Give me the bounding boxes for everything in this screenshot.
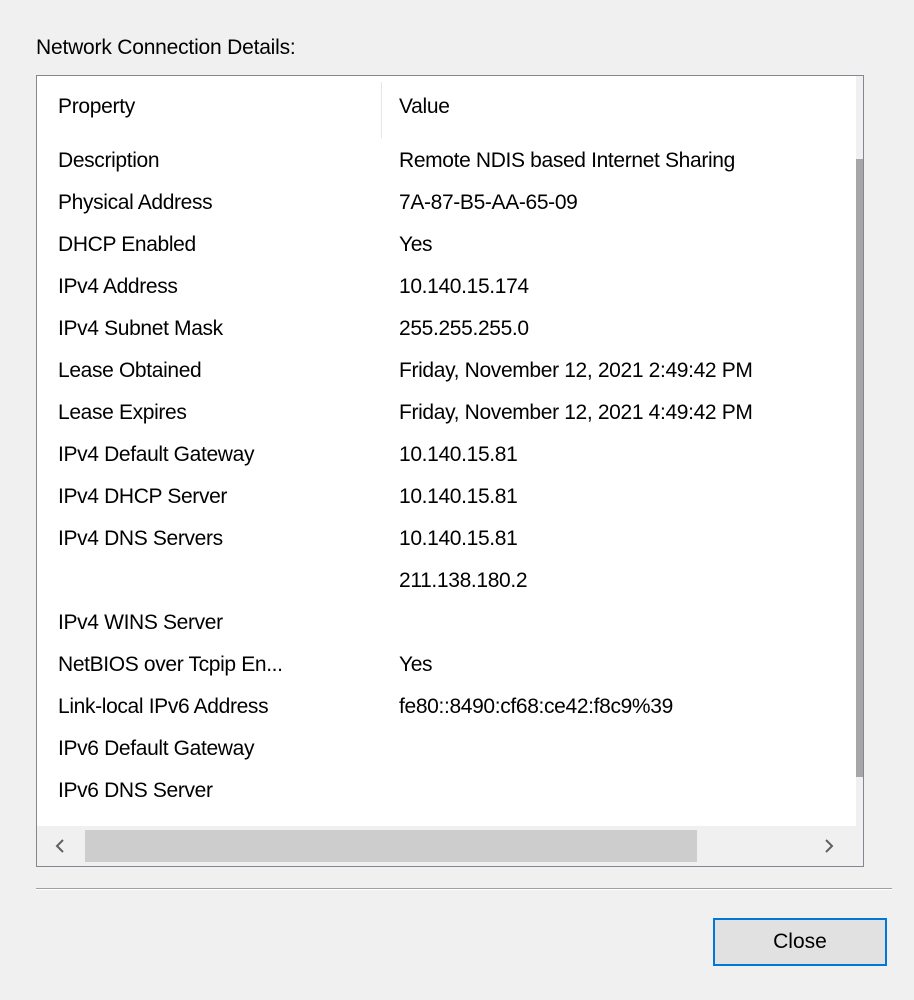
details-list[interactable]: Property Value Description Remote NDIS ba…: [36, 75, 864, 867]
property-cell: IPv4 Default Gateway: [58, 443, 255, 466]
property-cell: Link-local IPv6 Address: [58, 695, 269, 718]
list-item[interactable]: Link-local IPv6 Address fe80::8490:cf68:c…: [37, 687, 857, 729]
group-label: Network Connection Details:: [36, 36, 296, 59]
scrollbar-corner: [856, 826, 863, 866]
list-item[interactable]: IPv6 Default Gateway: [37, 729, 857, 771]
property-cell: IPv6 DNS Server: [58, 779, 213, 802]
list-item[interactable]: IPv4 DNS Servers 10.140.15.81: [37, 519, 857, 561]
value-cell: Remote NDIS based Internet Sharing: [399, 149, 735, 172]
vertical-scrollbar[interactable]: [856, 76, 863, 826]
value-cell: Yes: [399, 233, 433, 256]
separator: [36, 888, 892, 890]
list-item[interactable]: NetBIOS over Tcpip En... Yes: [37, 645, 857, 687]
list-item[interactable]: Description Remote NDIS based Internet Sh…: [37, 141, 857, 183]
value-cell: 10.140.15.81: [399, 485, 518, 508]
list-rows: Description Remote NDIS based Internet Sh…: [37, 141, 857, 813]
value-cell: 7A-87-B5-AA-65-09: [399, 191, 578, 214]
list-item[interactable]: DHCP Enabled Yes: [37, 225, 857, 267]
value-cell: Yes: [399, 653, 433, 676]
close-button[interactable]: Close: [713, 918, 887, 966]
chevron-right-icon: [824, 838, 834, 854]
value-cell: 211.138.180.2: [399, 569, 528, 592]
vertical-scroll-thumb[interactable]: [856, 159, 863, 777]
property-cell: NetBIOS over Tcpip En...: [58, 653, 283, 676]
scroll-right-button[interactable]: [812, 829, 846, 863]
list-header: Property Value: [37, 76, 857, 142]
property-cell: IPv4 Address: [58, 275, 178, 298]
value-cell: 10.140.15.81: [399, 527, 518, 550]
property-cell: IPv6 Default Gateway: [58, 737, 255, 760]
list-item[interactable]: IPv4 WINS Server: [37, 603, 857, 645]
scroll-down-button[interactable]: [856, 786, 863, 820]
list-item[interactable]: IPv4 Default Gateway 10.140.15.81: [37, 435, 857, 477]
property-cell: IPv4 DHCP Server: [58, 485, 228, 508]
value-cell: fe80::8490:cf68:ce42:f8c9%39: [399, 695, 673, 718]
list-item[interactable]: IPv4 Address 10.140.15.174: [37, 267, 857, 309]
property-cell: Lease Obtained: [58, 359, 202, 382]
column-header-value[interactable]: Value: [399, 95, 450, 119]
value-cell: Friday, November 12, 2021 4:49:42 PM: [399, 401, 753, 424]
property-cell: IPv4 DNS Servers: [58, 527, 223, 550]
property-cell: IPv4 Subnet Mask: [58, 317, 223, 340]
list-item[interactable]: Physical Address 7A-87-B5-AA-65-09: [37, 183, 857, 225]
value-cell: Friday, November 12, 2021 2:49:42 PM: [399, 359, 753, 382]
value-cell: 10.140.15.81: [399, 443, 518, 466]
list-item[interactable]: Lease Obtained Friday, November 12, 2021 …: [37, 351, 857, 393]
chevron-left-icon: [55, 838, 65, 854]
list-item[interactable]: 211.138.180.2: [37, 561, 857, 603]
column-header-property[interactable]: Property: [58, 95, 135, 119]
list-item[interactable]: IPv4 DHCP Server 10.140.15.81: [37, 477, 857, 519]
property-cell: DHCP Enabled: [58, 233, 196, 256]
list-item[interactable]: IPv4 Subnet Mask 255.255.255.0: [37, 309, 857, 351]
value-cell: 10.140.15.174: [399, 275, 529, 298]
list-item[interactable]: IPv6 DNS Server: [37, 771, 857, 813]
value-cell: 255.255.255.0: [399, 317, 529, 340]
scroll-left-button[interactable]: [43, 829, 77, 863]
scroll-up-button[interactable]: [856, 84, 863, 118]
property-cell: Description: [58, 149, 160, 172]
list-item[interactable]: Lease Expires Friday, November 12, 2021 4…: [37, 393, 857, 435]
column-divider[interactable]: [381, 82, 382, 138]
property-cell: Physical Address: [58, 191, 213, 214]
horizontal-scroll-thumb[interactable]: [85, 830, 697, 862]
property-cell: Lease Expires: [58, 401, 187, 424]
horizontal-scrollbar[interactable]: [37, 826, 856, 866]
property-cell: IPv4 WINS Server: [58, 611, 223, 634]
